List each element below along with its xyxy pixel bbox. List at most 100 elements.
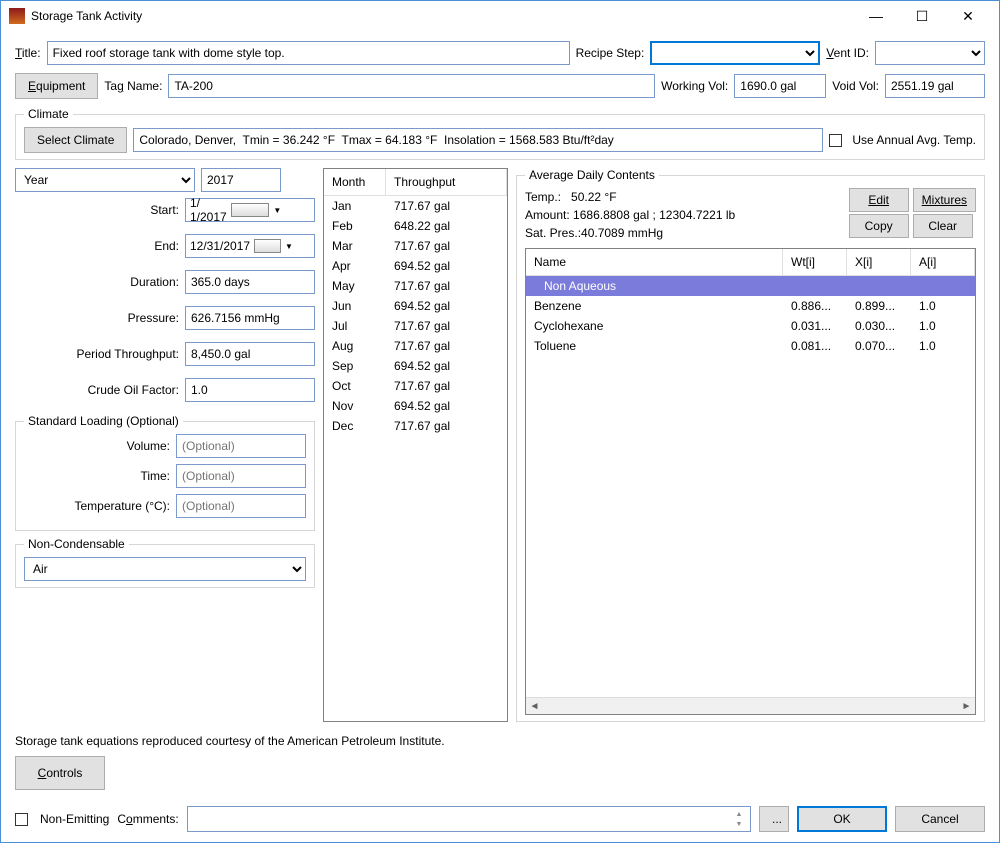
table-row[interactable]: Non Aqueous xyxy=(526,276,975,296)
table-row[interactable]: Sep694.52 gal xyxy=(324,356,507,376)
throughput-cell: 717.67 gal xyxy=(386,376,507,396)
working-vol-input[interactable] xyxy=(734,74,826,98)
non-emitting-label: Non-Emitting xyxy=(40,812,109,826)
wt-column-header[interactable]: Wt[i] xyxy=(783,249,847,275)
month-cell: Jan xyxy=(324,196,386,216)
x-cell: 0.030... xyxy=(847,316,911,336)
chevron-down-icon[interactable]: ▼ xyxy=(273,206,310,215)
vent-id-select[interactable] xyxy=(875,41,985,65)
maximize-button[interactable]: ☐ xyxy=(899,1,945,31)
wt-cell: 0.031... xyxy=(783,316,847,336)
period-throughput-input[interactable] xyxy=(185,342,315,366)
non-emitting-checkbox[interactable] xyxy=(15,813,28,826)
select-climate-button[interactable]: Select Climate xyxy=(24,127,127,153)
close-button[interactable]: ✕ xyxy=(945,1,991,31)
recipe-step-label: Recipe Step: xyxy=(576,46,645,60)
controls-button[interactable]: Controls xyxy=(15,756,105,790)
month-cell: Mar xyxy=(324,236,386,256)
table-row[interactable]: Jul717.67 gal xyxy=(324,316,507,336)
void-vol-input[interactable] xyxy=(885,74,985,98)
window-title: Storage Tank Activity xyxy=(31,9,853,23)
wt-cell xyxy=(783,276,847,296)
browse-button[interactable]: ... xyxy=(759,806,789,832)
month-cell: Feb xyxy=(324,216,386,236)
name-cell: Non Aqueous xyxy=(526,276,783,296)
scroll-right-icon[interactable]: ► xyxy=(958,698,975,715)
table-row[interactable]: Jan717.67 gal xyxy=(324,196,507,216)
use-annual-avg-checkbox[interactable] xyxy=(829,134,842,147)
throughput-column-header[interactable]: Throughput xyxy=(386,169,507,196)
minimize-button[interactable]: — xyxy=(853,1,899,31)
comments-label: Comments: xyxy=(117,812,178,826)
table-row[interactable]: Oct717.67 gal xyxy=(324,376,507,396)
x-column-header[interactable]: X[i] xyxy=(847,249,911,275)
throughput-cell: 717.67 gal xyxy=(386,316,507,336)
equipment-button[interactable]: Equipment xyxy=(15,73,98,99)
year-input[interactable] xyxy=(201,168,281,192)
start-date-input[interactable]: 1/ 1/2017 ▼ xyxy=(185,198,315,222)
month-cell: Dec xyxy=(324,416,386,436)
pressure-input[interactable] xyxy=(185,306,315,330)
scroll-left-icon[interactable]: ◄ xyxy=(526,698,543,715)
chevron-down-icon[interactable]: ▼ xyxy=(285,242,310,251)
spin-up-icon[interactable]: ▲ xyxy=(732,809,746,819)
table-row[interactable]: Benzene0.886...0.899...1.0 xyxy=(526,296,975,316)
table-row[interactable]: Mar717.67 gal xyxy=(324,236,507,256)
x-cell xyxy=(847,276,911,296)
x-cell: 0.070... xyxy=(847,336,911,356)
comments-input[interactable]: ▲ ▼ xyxy=(187,806,751,832)
end-date-input[interactable]: 12/31/2017 ▼ xyxy=(185,234,315,258)
crude-oil-factor-input[interactable] xyxy=(185,378,315,402)
table-row[interactable]: Jun694.52 gal xyxy=(324,296,507,316)
a-cell: 1.0 xyxy=(911,296,975,316)
ok-button[interactable]: OK xyxy=(797,806,887,832)
spin-down-icon[interactable]: ▼ xyxy=(732,819,746,829)
end-label: End: xyxy=(154,239,179,253)
table-row[interactable]: Aug717.67 gal xyxy=(324,336,507,356)
table-row[interactable]: Feb648.22 gal xyxy=(324,216,507,236)
cancel-button[interactable]: Cancel xyxy=(895,806,985,832)
throughput-cell: 694.52 gal xyxy=(386,296,507,316)
edit-button[interactable]: Edit xyxy=(849,188,909,212)
contents-legend: Average Daily Contents xyxy=(525,168,659,182)
throughput-cell: 648.22 gal xyxy=(386,216,507,236)
std-time-input[interactable] xyxy=(176,464,306,488)
duration-input[interactable] xyxy=(185,270,315,294)
non-condensable-select[interactable]: Air xyxy=(24,557,306,581)
table-row[interactable]: Apr694.52 gal xyxy=(324,256,507,276)
a-column-header[interactable]: A[i] xyxy=(911,249,975,275)
copy-button[interactable]: Copy xyxy=(849,214,909,238)
calendar-icon[interactable] xyxy=(231,203,270,217)
year-select[interactable]: Year xyxy=(15,168,195,192)
clear-button[interactable]: Clear xyxy=(913,214,973,238)
name-column-header[interactable]: Name xyxy=(526,249,783,275)
table-row[interactable]: Nov694.52 gal xyxy=(324,396,507,416)
table-row[interactable]: Toluene0.081...0.070...1.0 xyxy=(526,336,975,356)
storage-tank-activity-window: Storage Tank Activity — ☐ ✕ Title: Recip… xyxy=(0,0,1000,843)
month-cell: Jul xyxy=(324,316,386,336)
calendar-icon[interactable] xyxy=(254,239,281,253)
mixtures-button[interactable]: Mixtures xyxy=(913,188,976,212)
title-input[interactable] xyxy=(47,41,570,65)
tag-name-label: Tag Name: xyxy=(104,79,162,93)
std-volume-input[interactable] xyxy=(176,434,306,458)
name-cell: Benzene xyxy=(526,296,783,316)
std-volume-label: Volume: xyxy=(127,439,170,453)
a-cell: 1.0 xyxy=(911,316,975,336)
std-temp-input[interactable] xyxy=(176,494,306,518)
table-row[interactable]: Dec717.67 gal xyxy=(324,416,507,436)
a-cell xyxy=(911,276,975,296)
throughput-cell: 717.67 gal xyxy=(386,336,507,356)
table-row[interactable]: Cyclohexane0.031...0.030...1.0 xyxy=(526,316,975,336)
start-label: Start: xyxy=(150,203,179,217)
throughput-cell: 717.67 gal xyxy=(386,196,507,216)
tag-name-input[interactable] xyxy=(168,74,655,98)
throughput-cell: 694.52 gal xyxy=(386,256,507,276)
throughput-cell: 717.67 gal xyxy=(386,236,507,256)
std-temp-label: Temperature (°C): xyxy=(75,499,171,513)
monthly-throughput-table: Month Throughput Jan717.67 galFeb648.22 … xyxy=(323,168,508,722)
table-row[interactable]: May717.67 gal xyxy=(324,276,507,296)
recipe-step-select[interactable] xyxy=(650,41,820,65)
horizontal-scrollbar[interactable]: ◄ ► xyxy=(526,697,975,714)
month-column-header[interactable]: Month xyxy=(324,169,386,196)
